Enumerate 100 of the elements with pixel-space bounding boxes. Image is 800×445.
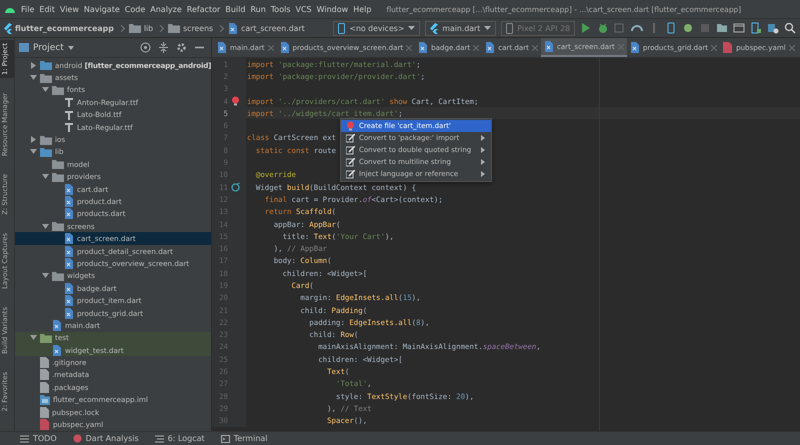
caret-icon xyxy=(484,26,492,30)
menu-item[interactable]: Run xyxy=(250,4,266,14)
menu-item[interactable]: VCS xyxy=(296,4,312,14)
file-icon xyxy=(40,357,49,368)
font-file-icon xyxy=(64,97,74,108)
expand-arrow-icon[interactable] xyxy=(42,224,48,229)
dart-file-icon xyxy=(64,196,74,207)
expand-arrow-icon[interactable] xyxy=(30,149,36,154)
edit-icon xyxy=(346,146,355,154)
android-logo-icon xyxy=(4,5,16,13)
expand-arrow-icon[interactable] xyxy=(42,174,48,180)
dart-file-icon xyxy=(64,282,74,294)
yaml-file-icon xyxy=(40,419,50,430)
module-file-icon xyxy=(40,394,50,406)
dart-file-icon xyxy=(52,320,62,331)
folder-icon xyxy=(52,159,64,170)
dart-file-icon xyxy=(52,344,62,356)
tool-window-button[interactable]: Terminal xyxy=(220,434,268,443)
edit-icon xyxy=(346,134,355,142)
folder-icon xyxy=(52,172,64,182)
tool-window-button[interactable]: Dart Analysis xyxy=(72,434,139,443)
file-icon xyxy=(40,406,49,418)
lightbulb-icon xyxy=(346,121,355,131)
dart-file-icon xyxy=(64,246,74,257)
menu-item[interactable]: View xyxy=(60,4,79,14)
list-icon xyxy=(20,434,29,442)
device-manager-icon[interactable] xyxy=(750,22,762,34)
font-file-icon xyxy=(64,122,74,132)
settings-icon[interactable] xyxy=(176,42,187,53)
dart-file-icon xyxy=(64,295,74,306)
folder-icon xyxy=(128,23,141,33)
window-icon[interactable] xyxy=(733,22,745,34)
close-icon[interactable] xyxy=(711,44,718,50)
menu-item[interactable]: Window xyxy=(316,4,348,14)
dart-file-icon xyxy=(280,42,290,53)
edit-icon xyxy=(346,158,355,166)
run-icon[interactable] xyxy=(580,22,592,34)
expand-arrow-icon[interactable] xyxy=(42,273,48,278)
folder-icon xyxy=(52,84,64,95)
folder-icon xyxy=(40,60,52,70)
dart-file-icon xyxy=(64,233,74,244)
menu-item[interactable]: Refactor xyxy=(186,4,220,14)
menu-item[interactable]: Navigate xyxy=(84,4,120,14)
file-icon xyxy=(40,382,49,393)
project-icon xyxy=(19,43,29,52)
menu-item[interactable]: File xyxy=(21,4,34,14)
folder-icon xyxy=(40,134,52,145)
dart-file-icon xyxy=(485,42,496,53)
font-file-icon xyxy=(64,110,74,120)
expand-arrow-icon[interactable] xyxy=(30,335,36,340)
file-icon xyxy=(40,369,49,380)
menu-item[interactable]: Edit xyxy=(39,4,55,14)
menu-item[interactable]: Code xyxy=(124,4,146,14)
log-icon xyxy=(154,434,164,442)
collapse-icon[interactable] xyxy=(158,42,169,53)
flutter-logo-icon xyxy=(4,22,12,34)
project-view-dropdown[interactable]: Project xyxy=(19,42,74,52)
terminal-icon xyxy=(220,434,230,442)
folder-icon xyxy=(40,146,52,157)
locate-icon[interactable] xyxy=(140,42,151,53)
collapse-arrow-icon[interactable] xyxy=(30,136,36,144)
menu-item[interactable]: Help xyxy=(353,4,372,14)
dart-file-icon xyxy=(64,208,74,220)
dart-file-icon xyxy=(544,41,554,52)
close-icon[interactable] xyxy=(473,44,480,50)
phone-icon xyxy=(506,22,514,34)
caret-icon xyxy=(68,46,74,50)
tool-window-button[interactable]: 6: Logcat xyxy=(154,434,205,443)
edit-icon xyxy=(346,170,355,178)
dart-file-icon xyxy=(217,42,227,53)
menu-item[interactable]: Analyze xyxy=(150,4,182,14)
menu-item[interactable]: Build xyxy=(225,4,246,14)
dart-file-icon xyxy=(630,42,640,53)
folder-icon xyxy=(168,23,180,33)
debug-icon[interactable] xyxy=(597,22,609,34)
close-icon[interactable] xyxy=(268,44,274,50)
folder-icon xyxy=(52,270,64,281)
phone-icon xyxy=(338,22,346,34)
folder-icon[interactable] xyxy=(716,22,728,34)
folder-icon xyxy=(40,72,52,83)
tool-window-button[interactable]: TODO xyxy=(20,434,57,443)
menu-item[interactable]: Tools xyxy=(270,4,290,14)
yaml-file-icon xyxy=(723,42,734,53)
gauge-icon[interactable] xyxy=(631,22,643,34)
close-icon[interactable] xyxy=(406,44,412,50)
close-icon[interactable] xyxy=(532,44,538,50)
dart-file-icon xyxy=(228,22,238,34)
dart-file-icon xyxy=(418,42,428,53)
flutter-logo-icon xyxy=(430,22,438,34)
dart-file-icon xyxy=(64,258,74,269)
phone-icon[interactable] xyxy=(665,22,677,34)
search-icon[interactable] xyxy=(784,22,796,34)
dart-file-icon xyxy=(64,184,74,195)
dart-file-icon xyxy=(64,308,74,318)
override-icon xyxy=(230,182,240,192)
analysis-icon xyxy=(72,434,82,443)
collapse-arrow-icon[interactable] xyxy=(30,62,36,69)
caret-icon xyxy=(408,26,416,30)
close-icon[interactable] xyxy=(788,44,795,50)
lightbulb-icon xyxy=(230,96,240,106)
